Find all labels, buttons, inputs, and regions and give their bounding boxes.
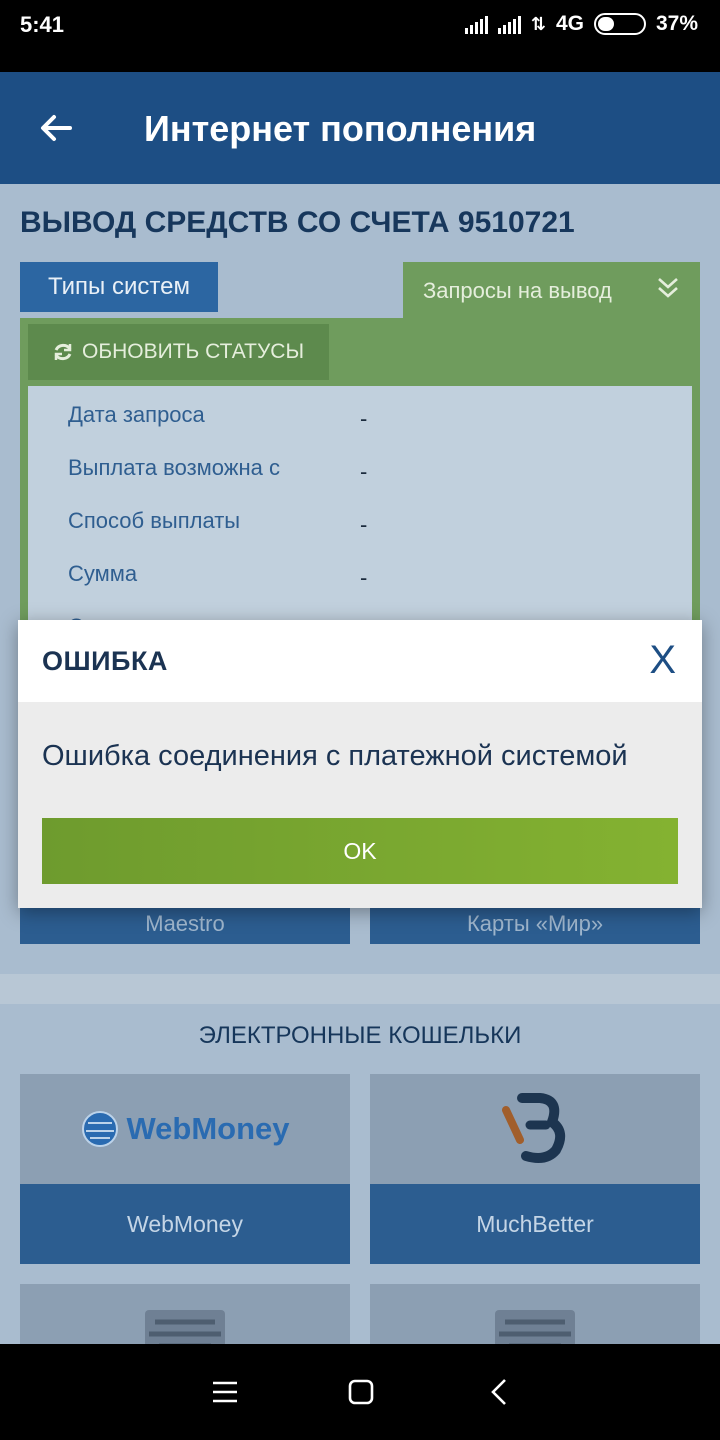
battery-level: 37%: [655, 12, 698, 35]
muchbetter-logo-icon: [502, 1093, 566, 1163]
request-row: Способ выплаты -: [68, 500, 668, 540]
wallet-name: MuchBetter: [370, 1184, 700, 1264]
status-time: 5:41: [20, 12, 65, 37]
wallets-section-title: ЭЛЕКТРОННЫЕ КОШЕЛЬКИ: [198, 1022, 522, 1049]
webmoney-globe-icon: [82, 1111, 119, 1147]
requests-table: Дата запроса - Выплата возможна с - Спос…: [28, 386, 692, 646]
request-row: Выплата возможна с -: [68, 447, 668, 487]
back-icon[interactable]: [482, 1374, 518, 1410]
tab-withdraw-requests[interactable]: Запросы на вывод: [403, 262, 700, 320]
battery-icon: [593, 13, 646, 35]
world-of-warships-icon: [145, 1310, 225, 1344]
section-divider: [0, 974, 720, 1004]
system-nav-bar: [0, 1344, 720, 1440]
request-value: -: [360, 512, 368, 537]
network-type: 4G: [555, 12, 584, 35]
close-icon[interactable]: X: [649, 638, 676, 682]
request-value: -: [360, 565, 368, 590]
wallet-webmoney[interactable]: WebMoney WebMoney: [20, 1074, 350, 1264]
webmoney-logo: WebMoney: [20, 1074, 350, 1184]
refresh-icon: [54, 343, 72, 361]
status-bar: 5:41 ⇅ 4G 37%: [0, 0, 720, 72]
refresh-statuses-button[interactable]: ОБНОВИТЬ СТАТУСЫ: [28, 324, 329, 380]
request-row: Сумма -: [68, 553, 668, 593]
menu-icon[interactable]: [207, 1374, 243, 1410]
page-title: Интернет пополнения: [144, 108, 537, 149]
world-of-warplanes-icon: [495, 1310, 575, 1344]
tab-system-types[interactable]: Типы систем: [20, 262, 218, 312]
back-arrow-icon[interactable]: [36, 108, 76, 148]
status-icons: ⇅ 4G 37%: [464, 12, 698, 36]
request-value: -: [360, 459, 368, 484]
home-icon[interactable]: [343, 1374, 379, 1410]
request-label: Дата запроса: [68, 402, 205, 427]
request-label: Выплата возможна с: [68, 455, 281, 480]
data-transfer-icon: ⇅: [530, 13, 546, 34]
request-label: Способ выплаты: [68, 508, 241, 533]
card-mir[interactable]: Карты «Мир»: [370, 904, 700, 944]
signal-icon: [464, 14, 488, 34]
refresh-statuses-label: ОБНОВИТЬ СТАТУСЫ: [82, 340, 305, 363]
tab-withdraw-requests-label: Запросы на вывод: [423, 278, 612, 303]
card-maestro[interactable]: Maestro: [20, 904, 350, 944]
request-label: Сумма: [68, 561, 138, 586]
webmoney-logo-text: WebMoney: [126, 1111, 290, 1146]
request-row: Дата запроса -: [68, 394, 668, 434]
wallet-name: WebMoney: [20, 1184, 350, 1264]
world-of-warships-logo[interactable]: [20, 1284, 350, 1344]
app-bar: Интернет пополнения: [0, 72, 720, 184]
signal-icon: [497, 14, 521, 34]
wallet-muchbetter[interactable]: MuchBetter: [370, 1074, 700, 1264]
account-title: ВЫВОД СРЕДСТВ СО СЧЕТА 9510721: [20, 206, 575, 239]
ok-button[interactable]: OK: [42, 818, 678, 884]
dialog-title: ОШИБКА: [42, 646, 168, 676]
error-dialog: ОШИБКА X Ошибка соединения с платежной с…: [18, 620, 702, 908]
dialog-header: ОШИБКА X: [18, 620, 702, 702]
dialog-message: Ошибка соединения с платежной системой: [42, 740, 628, 772]
muchbetter-logo: [370, 1074, 700, 1184]
double-chevron-down-icon: [658, 278, 678, 298]
requests-panel: ОБНОВИТЬ СТАТУСЫ Дата запроса - Выплата …: [20, 318, 700, 646]
world-of-warplanes-logo[interactable]: [370, 1284, 700, 1344]
request-value: -: [360, 406, 368, 431]
